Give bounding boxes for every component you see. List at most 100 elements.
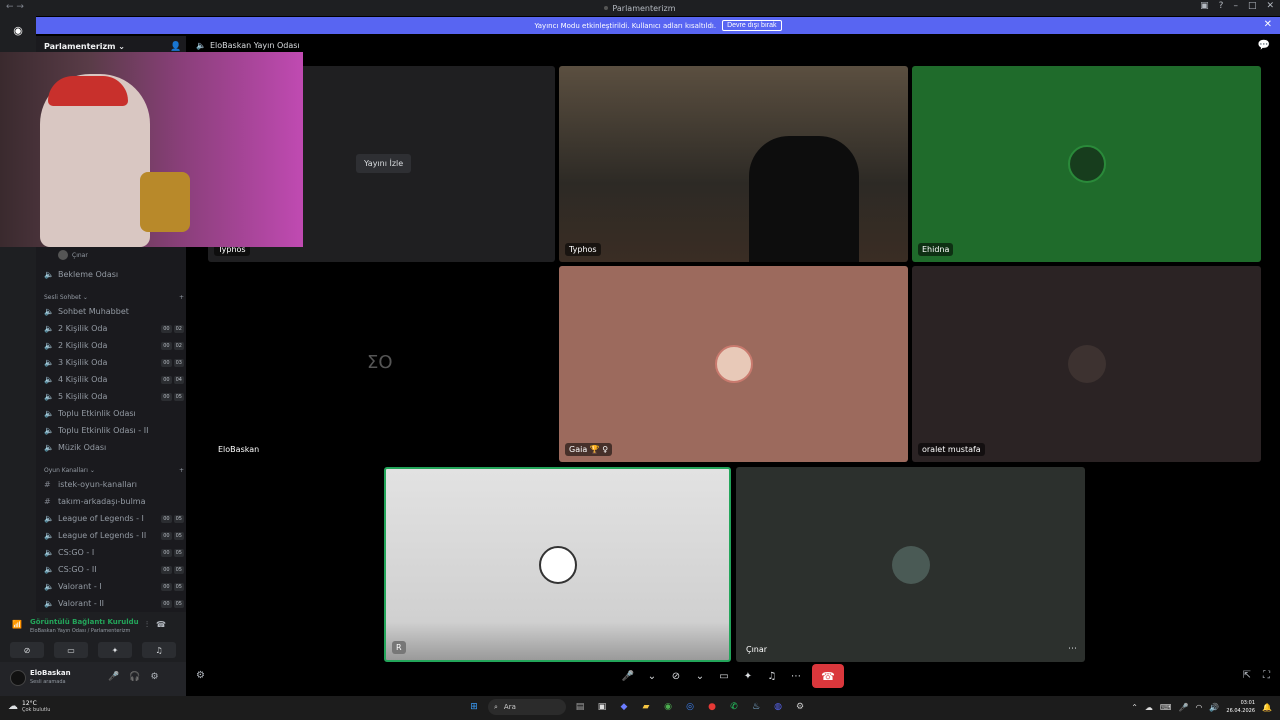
headphones-icon[interactable]: 🎧 [129, 672, 140, 682]
discord-taskbar-icon[interactable]: ◍ [770, 699, 786, 715]
camera-off-button[interactable]: ⊘ [10, 642, 44, 658]
activities-icon[interactable]: ✦ [740, 671, 756, 682]
channel-item[interactable]: 🔈 Valorant - I 00 05 [44, 579, 184, 594]
close-banner-icon[interactable]: ✕ [1264, 19, 1272, 30]
voice-member[interactable]: Çınar [58, 250, 88, 260]
channel-item[interactable]: 🔈 3 Kişilik Oda 00 03 [44, 355, 184, 370]
discord-logo-icon[interactable]: ◉ [8, 20, 28, 40]
user-avatar[interactable] [10, 670, 26, 686]
chevron-up-icon[interactable]: ⌃ [1131, 703, 1138, 712]
channel-item[interactable]: 🔈 League of Legends - II 00 05 [44, 528, 184, 543]
channel-item[interactable]: 🔈 4 Kişilik Oda 00 04 [44, 372, 184, 387]
category-game-channels[interactable]: Oyun Kanalları ⌄ + [44, 467, 184, 474]
tile-label: Gaia 🏆 ♀ [565, 443, 613, 456]
store-icon[interactable]: ▣ [594, 699, 610, 715]
settings-icon[interactable]: ⚙ [792, 699, 808, 715]
steam-icon[interactable]: ♨ [748, 699, 764, 715]
keyboard-icon[interactable]: ⌨ [1160, 703, 1172, 712]
channel-item[interactable]: 🔈 Valorant - II 00 05 [44, 596, 184, 611]
file-explorer-icon[interactable]: ▰ [638, 699, 654, 715]
add-channel-icon[interactable]: + [179, 294, 184, 301]
notification-icon[interactable]: 🔔 [1262, 703, 1272, 712]
maximize-button[interactable]: □ [1248, 1, 1257, 11]
channel-label: Bekleme Odası [58, 270, 119, 279]
channel-item[interactable]: 🔈 2 Kişilik Oda 00 02 [44, 338, 184, 353]
microphone-icon[interactable]: 🎤 [108, 672, 119, 682]
task-view-icon[interactable]: ▤ [572, 699, 588, 715]
video-tile-gaia[interactable]: Gaia 🏆 ♀ [559, 266, 908, 462]
share-screen-button[interactable]: ▭ [54, 642, 88, 658]
user-status: Sesli aramada [30, 679, 66, 685]
channel-item[interactable]: 🔈 Sohbet Muhabbet [44, 304, 184, 319]
video-tile-typhos[interactable]: Typhos [559, 66, 908, 262]
microphone-icon[interactable]: 🎤 [620, 671, 636, 682]
copilot-icon[interactable]: ◆ [616, 699, 632, 715]
channel-item[interactable]: 🔈 CS:GO - I 00 05 [44, 545, 184, 560]
channel-label: Sohbet Muhabbet [58, 307, 129, 316]
video-tile-cinar[interactable]: Çınar ⋯ [736, 467, 1085, 662]
whatsapp-icon[interactable]: ✆ [726, 699, 742, 715]
category-voice-chat[interactable]: Sesli Sohbet ⌄ + [44, 294, 184, 301]
chevron-down-icon[interactable]: ⌄ [692, 671, 708, 682]
channel-item[interactable]: 🔈 Toplu Etkinlik Odası [44, 406, 184, 421]
wifi-icon[interactable]: ◠ [1195, 703, 1202, 712]
more-options-icon[interactable]: ⋯ [1068, 644, 1077, 654]
video-tile-ehidna[interactable]: Ehidna [912, 66, 1261, 262]
taskbar-search[interactable]: ⌕ Ara [488, 699, 566, 715]
volume-icon[interactable]: 🔊 [1209, 703, 1219, 712]
noise-suppression-icon[interactable]: ⫶ [146, 620, 148, 630]
channel-item[interactable]: # takım-arkadaşı-bulma [44, 494, 184, 509]
chat-icon[interactable]: 💬 [1258, 40, 1270, 51]
record-icon[interactable]: ● [704, 699, 720, 715]
activities-button[interactable]: ✦ [98, 642, 132, 658]
camera-off-icon[interactable]: ⊘ [668, 671, 684, 682]
channel-item[interactable]: 🔈 CS:GO - II 00 05 [44, 562, 184, 577]
channel-item[interactable]: 🔈 League of Legends - I 00 05 [44, 511, 184, 526]
channel-label: CS:GO - I [58, 548, 95, 557]
tile-label: Çınar [746, 645, 768, 654]
browser-icon[interactable]: ◎ [682, 699, 698, 715]
user-name[interactable]: EloBaskan [30, 669, 71, 677]
clock[interactable]: 03:01 26.04.2026 [1226, 699, 1255, 715]
close-window-button[interactable]: ✕ [1266, 1, 1274, 11]
share-screen-icon[interactable]: ▭ [716, 671, 732, 682]
connection-channel[interactable]: EloBaskan Yayın Odası / Parlamenterizm [30, 628, 130, 634]
cloud-icon[interactable]: ☁ [1145, 703, 1153, 712]
soundboard-button[interactable]: ♫ [142, 642, 176, 658]
inbox-icon[interactable]: ▣ [1200, 1, 1209, 11]
video-tile-oralet-mustafa[interactable]: oralet mustafa [912, 266, 1261, 462]
help-icon[interactable]: ? [1219, 1, 1224, 11]
user-settings-icon[interactable]: ⚙ [196, 670, 205, 681]
chrome-icon[interactable]: ◉ [660, 699, 676, 715]
channel-item[interactable]: 🔈 Müzik Odası [44, 440, 184, 455]
connection-status[interactable]: Görüntülü Bağlantı Kuruldu [30, 618, 139, 626]
signal-icon[interactable]: 📶 [12, 620, 22, 629]
channel-item[interactable]: 🔈 5 Kişilik Oda 00 05 [44, 389, 184, 404]
microphone-tray-icon[interactable]: 🎤 [1178, 703, 1188, 712]
channel-item[interactable]: 🔈 Toplu Etkinlik Odası - II [44, 423, 184, 438]
popout-icon[interactable]: ⇱ [1243, 670, 1251, 681]
clock-time: 03:01 [1240, 700, 1256, 706]
windows-start-icon[interactable]: ⊞ [466, 699, 482, 715]
fullscreen-icon[interactable]: ⛶ [1263, 670, 1270, 681]
minimize-button[interactable]: – [1233, 1, 1238, 11]
add-member-icon[interactable]: 👤 [170, 42, 181, 52]
channel-item[interactable]: 🔈 2 Kişilik Oda 00 02 [44, 321, 184, 336]
chevron-down-icon[interactable]: ⌄ [644, 671, 660, 682]
video-tile-speaking[interactable]: R [384, 467, 731, 662]
soundboard-icon[interactable]: ♫ [764, 671, 780, 682]
end-call-button[interactable]: ☎ [812, 664, 844, 688]
channel-waiting-room[interactable]: 🔈 Bekleme Odası [44, 267, 184, 282]
channel-label: Müzik Odası [58, 443, 107, 452]
weather-widget[interactable]: ☁ 12°C Çok bulutlu [8, 700, 50, 713]
video-tile-elobaskan[interactable]: ΣO EloBaskan [208, 266, 555, 462]
back-arrow-icon[interactable]: ← → [6, 2, 24, 12]
add-channel-icon[interactable]: + [179, 467, 184, 474]
disable-streamer-mode-button[interactable]: Devre dışı bırak [722, 20, 782, 31]
settings-gear-icon[interactable]: ⚙ [150, 672, 158, 682]
server-name[interactable]: Parlamenterizm ⌄ [44, 42, 125, 51]
more-icon[interactable]: ⋯ [788, 671, 804, 682]
watch-stream-button[interactable]: Yayını İzle [356, 154, 412, 173]
channel-item[interactable]: # istek-oyun-kanalları [44, 477, 184, 492]
disconnect-icon[interactable]: ☎ [156, 620, 166, 630]
